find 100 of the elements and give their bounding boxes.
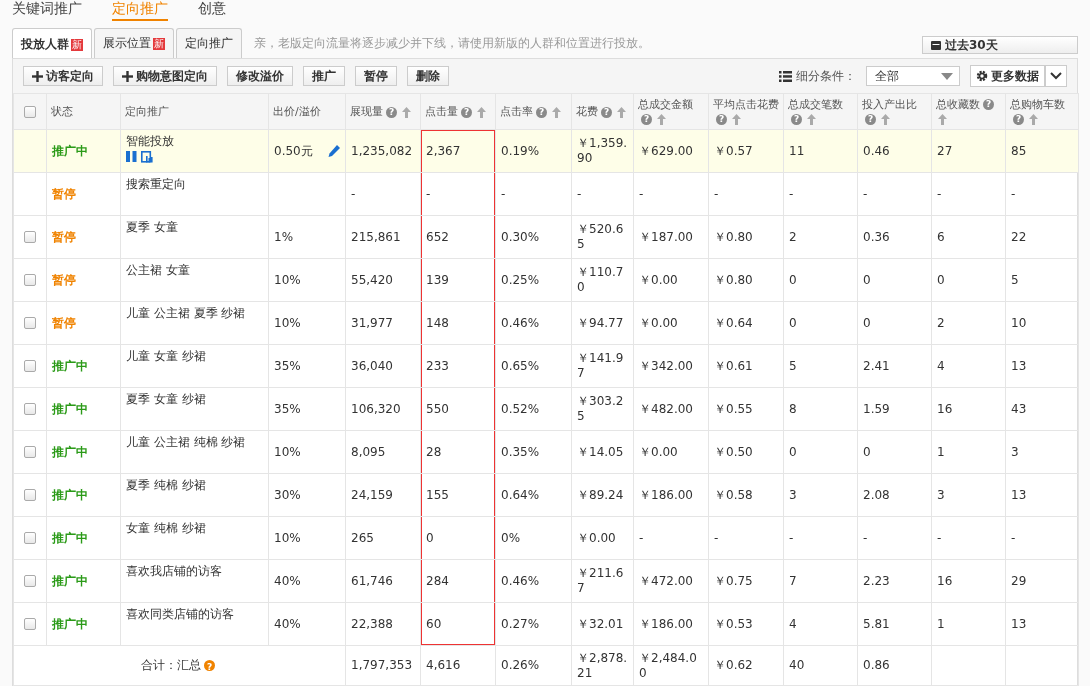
table-cell: ￥0.62 bbox=[708, 645, 784, 686]
table-cell: - bbox=[783, 516, 858, 560]
module-tab[interactable]: 创意 bbox=[198, 0, 226, 21]
filter-label: 细分条件： bbox=[796, 67, 856, 85]
status-text: 推广中 bbox=[52, 143, 88, 158]
column-header[interactable]: 总成交金额 bbox=[638, 97, 693, 111]
help-icon: ? bbox=[536, 106, 547, 118]
table-cell: ￥0.00 bbox=[571, 516, 634, 560]
sort-arrow-icon[interactable] bbox=[1029, 114, 1038, 125]
table-cell: 155 bbox=[420, 473, 496, 517]
column-header[interactable]: 点击量 bbox=[425, 105, 458, 118]
toolbar-button[interactable]: 暂停 bbox=[355, 66, 397, 86]
date-range-button[interactable]: 过去30天 bbox=[922, 36, 1078, 54]
table-cell: 40 bbox=[783, 645, 858, 686]
more-menu-button[interactable] bbox=[1045, 65, 1067, 87]
table-row[interactable]: 暂停 夏季 女童 1% 215,861 652 0.30% ￥520.65 ￥187.00 ￥0.80 2 0.36 6 22 bbox=[13, 215, 1079, 259]
row-checkbox[interactable] bbox=[24, 618, 36, 630]
more-data-button[interactable]: 更多数据 bbox=[970, 65, 1045, 87]
sort-arrow-icon[interactable] bbox=[402, 106, 411, 118]
row-checkbox[interactable] bbox=[24, 532, 36, 544]
module-tab[interactable]: 关键词推广 bbox=[12, 0, 82, 21]
bid-value: 30% bbox=[274, 487, 301, 502]
report-icon[interactable] bbox=[141, 151, 153, 163]
table-cell: 0 bbox=[857, 258, 932, 302]
table-row[interactable]: 暂停 儿童 公主裙 夏季 纱裙 10% 31,977 148 0.46% ￥94.77 ￥0.00 ￥0.64 0 0 2 10 bbox=[13, 301, 1079, 345]
table-cell: 5 bbox=[783, 344, 858, 388]
table-cell: 28 bbox=[420, 430, 496, 474]
column-header[interactable]: 总成交笔数 bbox=[788, 97, 843, 111]
column-header[interactable]: 状态 bbox=[51, 105, 73, 118]
table-cell: ￥342.00 bbox=[633, 344, 709, 388]
toolbar-button[interactable]: 访客定向 bbox=[23, 66, 103, 86]
table-cell: ￥211.67 bbox=[571, 559, 634, 603]
pause-icon[interactable] bbox=[126, 151, 137, 162]
table-cell: 0.64% bbox=[495, 473, 572, 517]
sub-tab[interactable]: 定向推广 bbox=[176, 28, 242, 58]
table-row[interactable]: 推广中 喜欢同类店铺的访客 40% 22,388 60 0.27% ￥32.01 ￥186.00 ￥0.53 4 5.81 1 13 bbox=[13, 602, 1079, 646]
status-text: 推广中 bbox=[52, 487, 88, 502]
table-cell: ￥141.97 bbox=[571, 344, 634, 388]
column-header[interactable]: 花费 bbox=[576, 105, 598, 118]
table-cell: - bbox=[633, 172, 709, 216]
table-cell: 0.46 bbox=[857, 129, 932, 173]
table-cell: ￥0.75 bbox=[708, 559, 784, 603]
toolbar-button[interactable]: 推广 bbox=[303, 66, 345, 86]
column-header[interactable]: 定向推广 bbox=[125, 105, 169, 118]
sort-arrow-icon[interactable] bbox=[807, 114, 816, 125]
row-checkbox[interactable] bbox=[24, 360, 36, 372]
table-row[interactable]: 暂停 搜索重定向 - - - - - - - - - - bbox=[13, 172, 1079, 216]
table-cell: ￥482.00 bbox=[633, 387, 709, 431]
bid-value: 40% bbox=[274, 616, 301, 631]
row-checkbox[interactable] bbox=[24, 231, 36, 243]
table-row[interactable]: 推广中 儿童 公主裙 纯棉 纱裙 10% 8,095 28 0.35% ￥14.05 ￥0.00 ￥0.50 0 0 1 3 bbox=[13, 430, 1079, 474]
status-text: 推广中 bbox=[52, 358, 88, 373]
table-cell: 0.30% bbox=[495, 215, 572, 259]
row-checkbox[interactable] bbox=[24, 274, 36, 286]
sort-arrow-icon[interactable] bbox=[477, 106, 486, 118]
table-row[interactable]: 推广中 儿童 女童 纱裙 35% 36,040 233 0.65% ￥141.97 ￥342.00 ￥0.61 5 2.41 4 13 bbox=[13, 344, 1079, 388]
target-name: 儿童 公主裙 纯棉 纱裙 bbox=[126, 435, 247, 450]
sub-tab[interactable]: 展示位置 新 bbox=[94, 28, 174, 58]
table-cell: 4,616 bbox=[420, 645, 496, 686]
table-cell: ￥186.00 bbox=[633, 473, 709, 517]
table-cell: 2 bbox=[931, 301, 1006, 345]
table-row[interactable]: 推广中 喜欢我店铺的访客 40% 61,746 284 0.46% ￥211.67 ￥472.00 ￥0.75 7 2.23 16 29 bbox=[13, 559, 1079, 603]
table-row[interactable]: 推广中 夏季 女童 纱裙 35% 106,320 550 0.52% ￥303.25 ￥482.00 ￥0.55 8 1.59 16 43 bbox=[13, 387, 1079, 431]
sub-tab[interactable]: 投放人群 新 bbox=[12, 28, 92, 58]
pencil-icon[interactable] bbox=[327, 144, 341, 158]
table-cell: ￥32.01 bbox=[571, 602, 634, 646]
target-name: 喜欢同类店铺的访客 bbox=[126, 607, 235, 622]
sort-arrow-icon[interactable] bbox=[938, 114, 947, 125]
sort-arrow-icon[interactable] bbox=[881, 114, 890, 125]
filter-select[interactable]: 全部 bbox=[866, 66, 960, 86]
help-icon: ? bbox=[386, 106, 397, 118]
table-row[interactable]: 推广中 夏季 纯棉 纱裙 30% 24,159 155 0.64% ￥89.24 ￥186.00 ￥0.58 3 2.08 3 13 bbox=[13, 473, 1079, 517]
row-checkbox[interactable] bbox=[24, 489, 36, 501]
column-header[interactable]: 总购物车数 bbox=[1010, 97, 1065, 111]
row-checkbox[interactable] bbox=[24, 446, 36, 458]
column-header[interactable]: 投入产出比 bbox=[862, 97, 917, 111]
sort-arrow-icon[interactable] bbox=[617, 106, 626, 118]
column-header[interactable]: 平均点击花费 bbox=[713, 97, 779, 111]
toolbar-button[interactable]: 修改溢价 bbox=[227, 66, 293, 86]
table-cell: 1.59 bbox=[857, 387, 932, 431]
status-text: 推广中 bbox=[52, 401, 88, 416]
sort-arrow-icon[interactable] bbox=[552, 106, 561, 118]
column-header[interactable]: 展现量 bbox=[350, 105, 383, 118]
target-name: 夏季 女童 纱裙 bbox=[126, 392, 207, 407]
toolbar-button[interactable]: 删除 bbox=[407, 66, 449, 86]
row-checkbox[interactable] bbox=[24, 575, 36, 587]
select-all-checkbox[interactable] bbox=[24, 106, 36, 118]
table-row[interactable]: 推广中 女童 纯棉 纱裙 10% 265 0 0% ￥0.00 - - - - - - bbox=[13, 516, 1079, 560]
table-cell: ￥94.77 bbox=[571, 301, 634, 345]
column-header[interactable]: 总收藏数 bbox=[936, 97, 980, 111]
bid-value: 10% bbox=[274, 444, 301, 459]
row-checkbox[interactable] bbox=[24, 317, 36, 329]
toolbar-button[interactable]: 购物意图定向 bbox=[113, 66, 217, 86]
sort-arrow-icon[interactable] bbox=[657, 114, 666, 125]
table-row[interactable]: 暂停 公主裙 女童 10% 55,420 139 0.25% ￥110.70 ￥0.00 ￥0.80 0 0 0 5 bbox=[13, 258, 1079, 302]
sort-arrow-icon[interactable] bbox=[732, 114, 741, 125]
table-cell: 27 bbox=[931, 129, 1006, 173]
row-checkbox[interactable] bbox=[24, 403, 36, 415]
column-header[interactable]: 点击率 bbox=[500, 105, 533, 118]
table-cell: 4 bbox=[783, 602, 858, 646]
